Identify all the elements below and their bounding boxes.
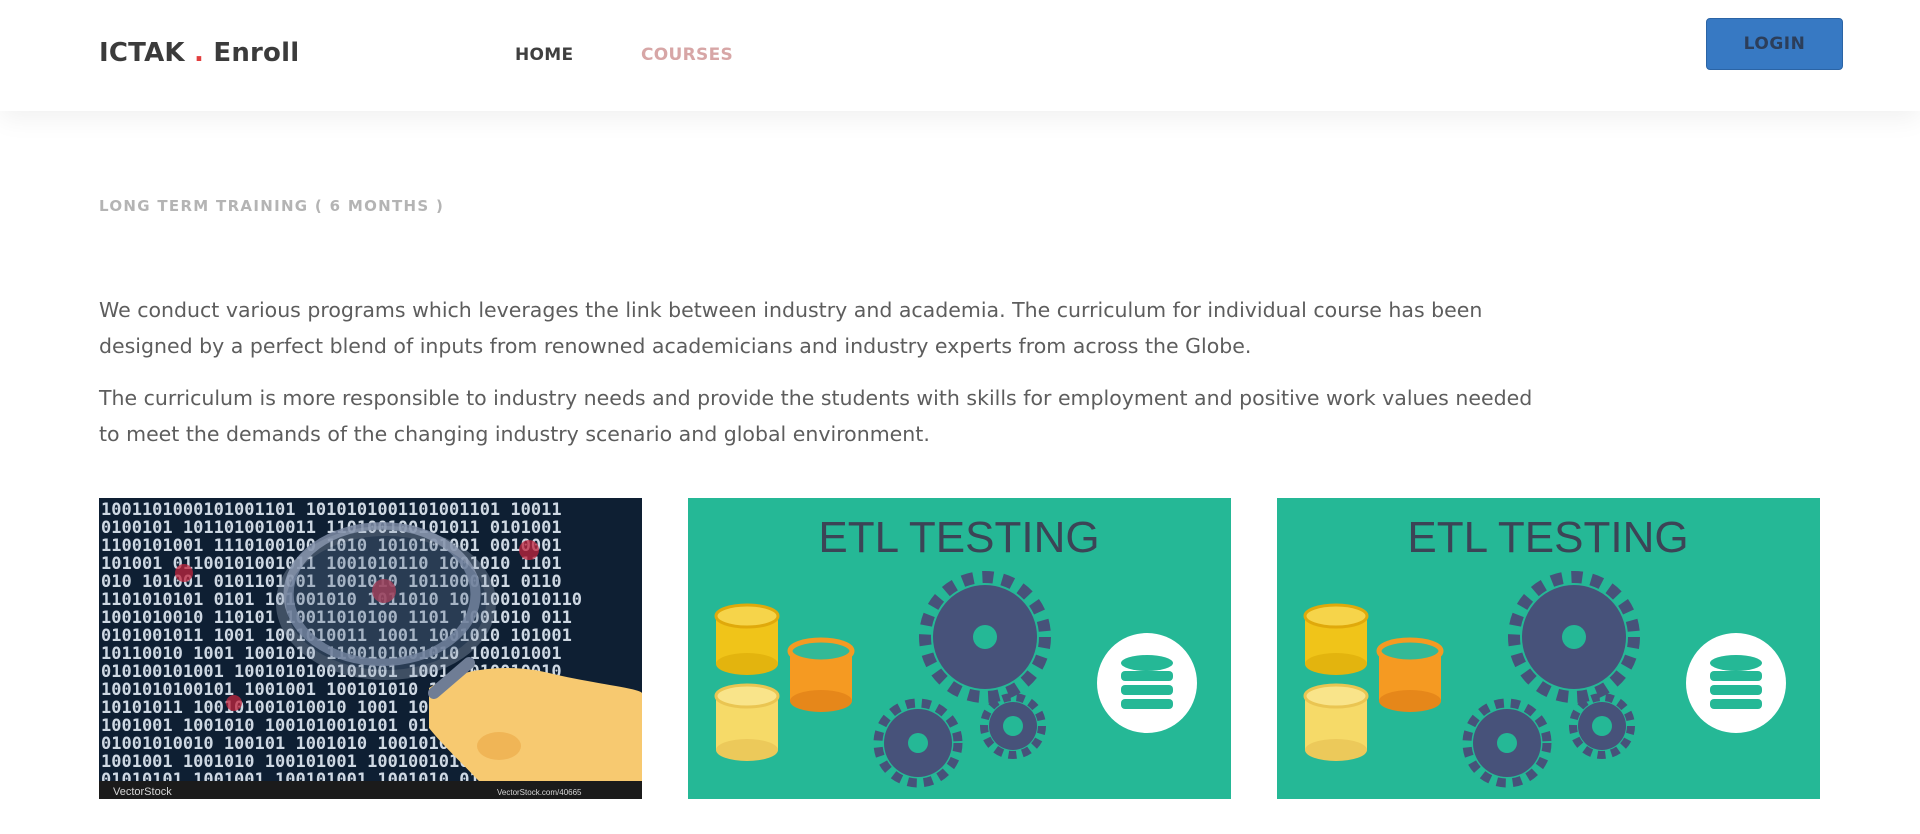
brand-logo[interactable]: ICTAK . Enroll <box>99 38 299 68</box>
intro-paragraph: We conduct various programs which levera… <box>99 298 1483 358</box>
watermark-left: VectorStock <box>113 786 172 798</box>
etl-title: ETL TESTING <box>1407 513 1688 562</box>
nav-home-link[interactable]: HOME <box>515 45 573 65</box>
login-button[interactable]: LOGIN <box>1706 18 1843 70</box>
etl-testing-illustration: ETL TESTING <box>1277 498 1820 799</box>
course-card-etl-testing[interactable]: ETL TESTING <box>688 498 1231 799</box>
brand-suffix: Enroll <box>213 38 300 68</box>
etl-title: ETL TESTING <box>818 513 1099 562</box>
watermark-right: VectorStock.com/40665 <box>497 788 582 797</box>
curriculum-paragraph: The curriculum is more responsible to in… <box>99 386 1533 446</box>
course-card-etl-testing-2[interactable]: ETL TESTING <box>1277 498 1820 799</box>
course-card-data-analytics[interactable]: 1001101000101001101 1010101001101001101 … <box>99 498 642 799</box>
section-title: LONG TERM TRAINING ( 6 MONTHS ) <box>99 197 445 215</box>
brand-name: ICTAK <box>99 38 185 68</box>
binary-magnifier-illustration: 1001101000101001101 1010101001101001101 … <box>99 498 642 799</box>
nav-courses-link[interactable]: COURSES <box>641 45 733 65</box>
site-header: ICTAK . Enroll HOME COURSES LOGIN <box>0 0 1920 111</box>
svg-text:1001101000101001101 1010101001: 1001101000101001101 1010101001101001101 … <box>101 500 562 520</box>
brand-dot: . <box>194 38 205 68</box>
etl-testing-illustration: ETL TESTING <box>688 498 1231 799</box>
